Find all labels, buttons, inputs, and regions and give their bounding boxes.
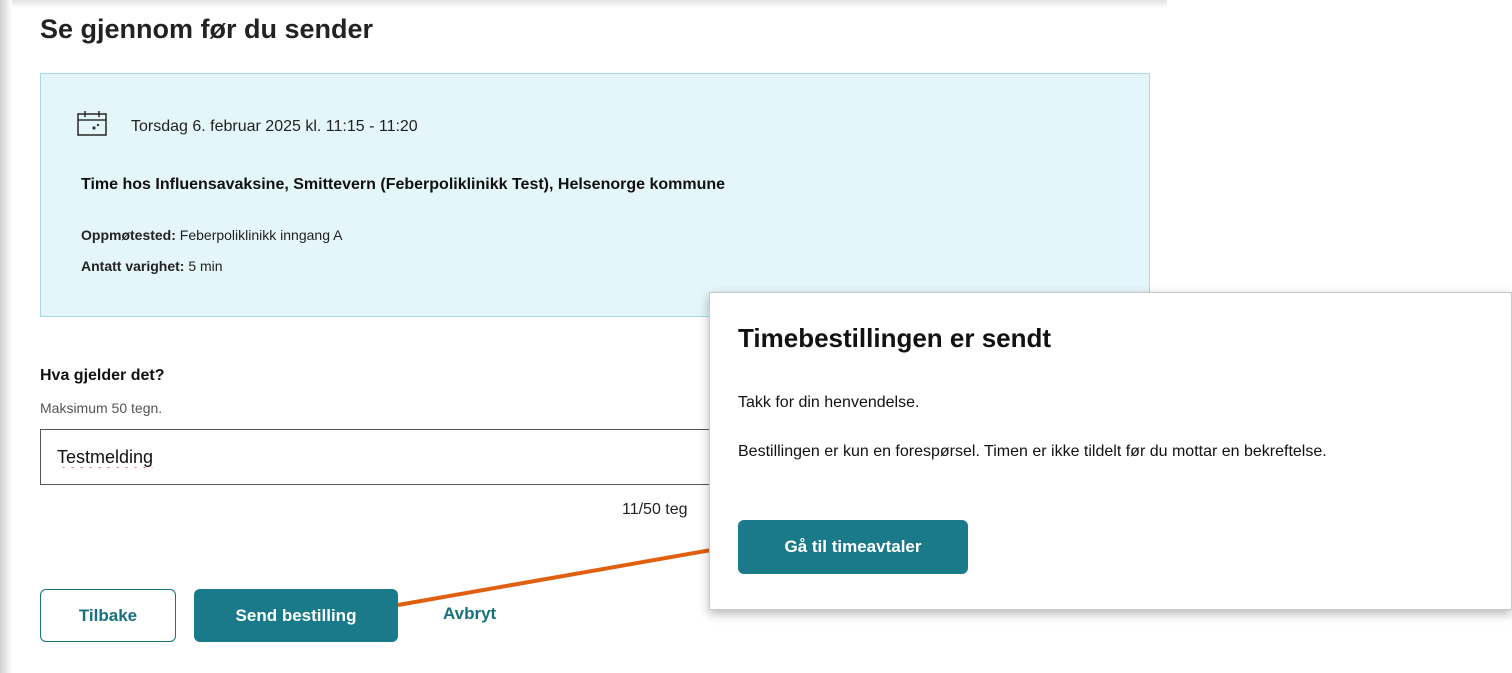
- location-value: Feberpoliklinikk inngang A: [179, 227, 343, 243]
- back-button[interactable]: Tilbake: [40, 589, 176, 642]
- cancel-link[interactable]: Avbryt: [443, 604, 496, 624]
- confirmation-dialog: Timebestillingen er sendt Takk for din h…: [709, 292, 1512, 610]
- dialog-thanks-text: Takk for din henvendelse.: [738, 394, 920, 411]
- appointment-date: Torsdag 6. februar 2025 kl. 11:15 - 11:2…: [131, 118, 418, 135]
- duration-line: Antatt varighet: 5 min: [81, 258, 223, 274]
- send-order-button[interactable]: Send bestilling: [194, 589, 398, 642]
- location-line: Oppmøtested: Feberpoliklinikk inngang A: [81, 227, 342, 243]
- message-input[interactable]: [40, 429, 740, 485]
- appointment-summary: Torsdag 6. februar 2025 kl. 11:15 - 11:2…: [40, 73, 1150, 317]
- page-title: Se gjennom før du sender: [40, 14, 374, 44]
- dialog-title: Timebestillingen er sendt: [738, 323, 1052, 353]
- window-edge-shadow: [0, 0, 12, 673]
- appointment-title: Time hos Influensavaksine, Smittevern (F…: [81, 176, 726, 193]
- question-label: Hva gjelder det?: [40, 367, 165, 384]
- calendar-icon: [77, 110, 107, 136]
- character-counter: 11/50 teg: [622, 501, 688, 518]
- go-to-appointments-button[interactable]: Gå til timeavtaler: [738, 520, 968, 574]
- question-hint: Maksimum 50 tegn.: [40, 400, 163, 416]
- duration-label: Antatt varighet:: [81, 258, 185, 274]
- dialog-info-text: Bestillingen er kun en forespørsel. Time…: [738, 443, 1327, 460]
- location-label: Oppmøtested:: [81, 227, 176, 243]
- duration-value: 5 min: [188, 258, 223, 274]
- window-top-shadow: [12, 0, 1167, 8]
